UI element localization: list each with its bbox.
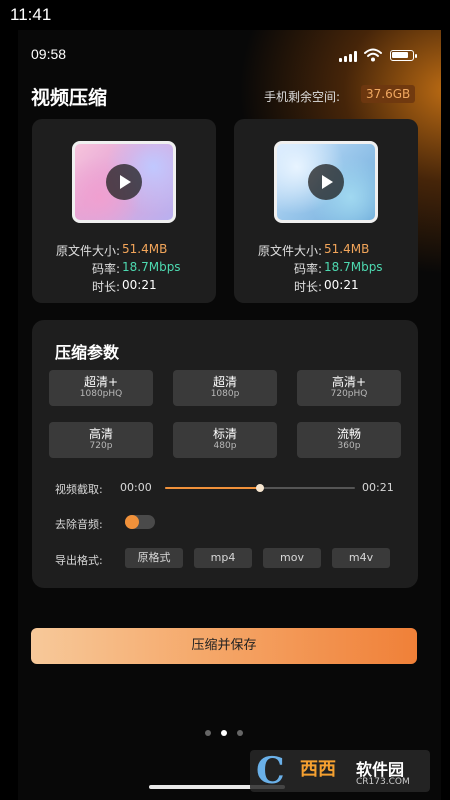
- trim-start-time: 00:00: [120, 481, 152, 494]
- info-row-duration: 时长: 00:21: [234, 278, 418, 296]
- preset-1080phq-button[interactable]: 超清+ 1080pHQ: [49, 370, 153, 406]
- info-row-size: 原文件大小: 51.4MB: [32, 242, 216, 260]
- mute-toggle[interactable]: [125, 515, 155, 529]
- preset-720phq-button[interactable]: 高清+ 720pHQ: [297, 370, 401, 406]
- preset-resolution: 720pHQ: [330, 389, 368, 399]
- battery-level: [392, 52, 409, 58]
- bitrate-value: 18.7Mbps: [324, 260, 383, 274]
- video-card-original: 原文件大小: 51.4MB 码率: 18.7Mbps 时长: 00:21: [32, 119, 216, 303]
- page-indicator: [205, 730, 249, 738]
- compression-params-panel: 压缩参数 超清+ 1080pHQ 超清 1080p 高清+ 720pHQ 高清 …: [32, 320, 418, 588]
- bitrate-value: 18.7Mbps: [122, 260, 181, 274]
- device-status-bar: 11:41: [0, 0, 450, 30]
- size-label: 原文件大小:: [55, 244, 120, 258]
- format-original-button[interactable]: 原格式: [125, 548, 183, 568]
- preset-name: 标清: [212, 427, 237, 441]
- status-time: 09:58: [31, 46, 67, 62]
- size-value: 51.4MB: [324, 242, 370, 256]
- app-screen: 09:58 视频压缩 手机剩余空间: 37.6GB 原文件大小: 51.4MB …: [18, 30, 441, 800]
- preset-name: 流畅: [336, 427, 361, 441]
- format-m4v-button[interactable]: m4v: [332, 548, 390, 568]
- watermark-brand: 西西: [300, 759, 336, 780]
- duration-label: 时长:: [293, 280, 322, 294]
- format-label: 导出格式:: [55, 554, 103, 567]
- preset-720p-button[interactable]: 高清 720p: [49, 422, 153, 458]
- watermark-logo: C: [256, 750, 285, 792]
- video-thumbnail[interactable]: [274, 141, 378, 223]
- toggle-knob: [125, 515, 139, 529]
- preset-resolution: 1080p: [210, 389, 240, 399]
- storage-value-badge: 37.6GB: [361, 85, 416, 103]
- format-mov-button[interactable]: mov: [263, 548, 321, 568]
- mute-label: 去除音频:: [55, 518, 103, 531]
- page-title: 视频压缩: [31, 87, 108, 109]
- cellular-signal-icon: [339, 51, 359, 62]
- info-row-bitrate: 码率: 18.7Mbps: [32, 260, 216, 278]
- preset-name: 超清+: [83, 375, 119, 389]
- preset-name: 高清: [88, 427, 113, 441]
- page-dot: [237, 730, 243, 736]
- format-mp4-button[interactable]: mp4: [194, 548, 252, 568]
- preset-resolution: 720p: [89, 441, 113, 451]
- info-row-size: 原文件大小: 51.4MB: [234, 242, 418, 260]
- duration-value: 00:21: [324, 278, 359, 292]
- info-row-duration: 时长: 00:21: [32, 278, 216, 296]
- video-thumbnail[interactable]: [72, 141, 176, 223]
- bitrate-label: 码率:: [91, 262, 120, 276]
- wifi-icon: [364, 48, 382, 62]
- preset-name: 超清: [212, 375, 237, 389]
- duration-value: 00:21: [122, 278, 157, 292]
- play-icon[interactable]: [308, 164, 344, 200]
- storage-label: 手机剩余空间:: [264, 90, 341, 104]
- preset-480p-button[interactable]: 标清 480p: [173, 422, 277, 458]
- compress-save-button[interactable]: 压缩并保存: [31, 628, 417, 664]
- video-card-compressed: 原文件大小: 51.4MB 码率: 18.7Mbps 时长: 00:21: [234, 119, 418, 303]
- trim-label: 视频截取:: [55, 483, 103, 496]
- info-row-bitrate: 码率: 18.7Mbps: [234, 260, 418, 278]
- preset-360p-button[interactable]: 流畅 360p: [297, 422, 401, 458]
- preset-resolution: 480p: [213, 441, 237, 451]
- trim-handle[interactable]: [256, 484, 264, 492]
- trim-range-fill: [165, 487, 260, 489]
- duration-label: 时长:: [91, 280, 120, 294]
- preset-resolution: 360p: [337, 441, 361, 451]
- size-value: 51.4MB: [122, 242, 168, 256]
- params-title: 压缩参数: [55, 343, 120, 362]
- app-status-bar: 09:58: [18, 30, 441, 70]
- preset-name: 高清+: [331, 375, 367, 389]
- preset-1080p-button[interactable]: 超清 1080p: [173, 370, 277, 406]
- watermark-url: CR173.COM: [356, 777, 410, 787]
- play-icon[interactable]: [106, 164, 142, 200]
- page-dot-active: [221, 730, 227, 736]
- size-label: 原文件大小:: [257, 244, 322, 258]
- bitrate-label: 码率:: [293, 262, 322, 276]
- trim-slider[interactable]: [165, 484, 355, 492]
- trim-end-time: 00:21: [362, 481, 394, 494]
- preset-resolution: 1080pHQ: [79, 389, 123, 399]
- page-dot: [205, 730, 211, 736]
- battery-icon: [390, 50, 417, 61]
- device-time: 11:41: [10, 5, 52, 24]
- site-watermark: C 西西 软件园 CR173.COM: [250, 750, 430, 792]
